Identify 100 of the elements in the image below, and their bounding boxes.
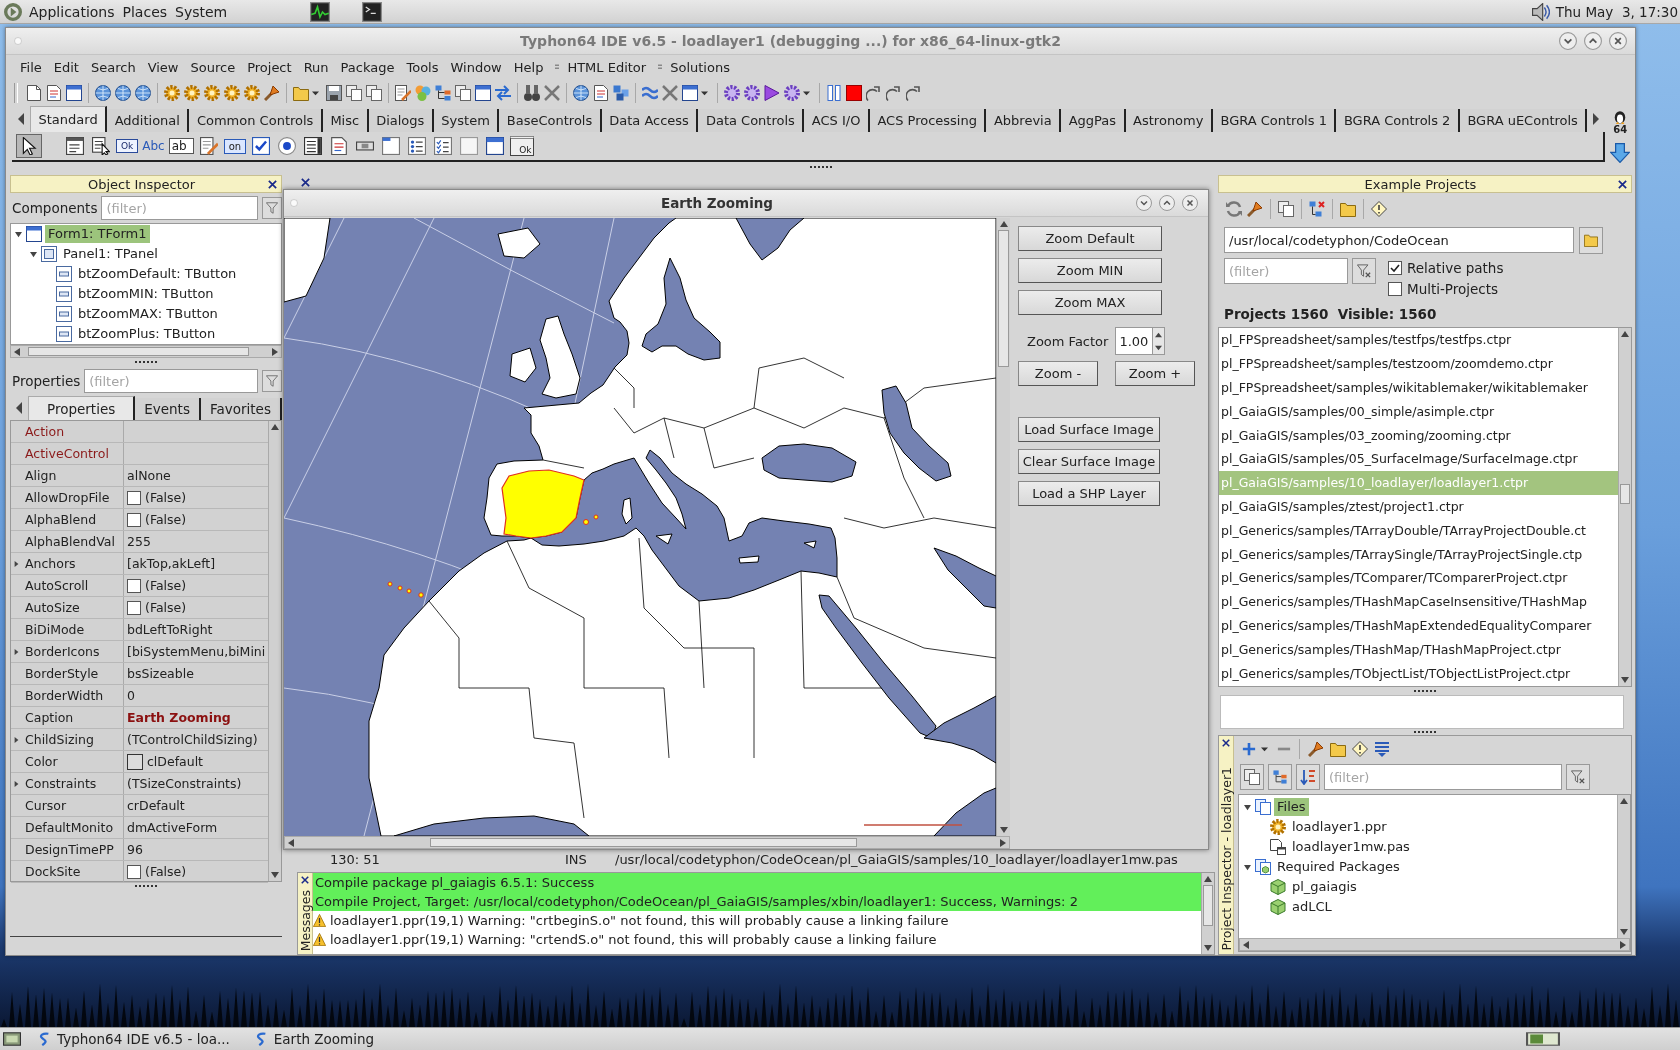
scroll-up-icon[interactable] [1620,797,1628,805]
gear-icon[interactable] [224,84,240,101]
expander-icon[interactable] [15,230,22,238]
window-icon[interactable] [66,84,82,101]
scrollbar-thumb[interactable] [1203,885,1213,927]
diamond-icon[interactable] [1352,741,1368,757]
task-button[interactable]: Typhon64 IDE v6.5 - loa... [29,1028,238,1050]
property-value[interactable]: clDefault [147,754,204,769]
cog-icon[interactable] [784,84,800,101]
menu-item[interactable]: Tools [400,59,445,75]
message-text[interactable]: Compile Project, Target: /usr/local/codetyphon/CodeOcean/pl_GaiaGIS/samples/xbin/loadlayer1: Success, Warnings: 2 [313,892,1201,911]
play-icon[interactable] [764,84,780,101]
project-item[interactable]: pl_FPSpreadsheet/samples/testfps/testfps.ctpr [1219,328,1618,352]
layer-button[interactable]: Load a SHP Layer [1018,481,1160,506]
close-icon[interactable] [301,876,309,884]
cog-icon[interactable] [744,84,760,101]
expand-arrow-icon[interactable] [14,648,19,655]
project-item[interactable]: pl_GaiaGIS/samples/03_zooming/zooming.ctpr [1219,423,1618,447]
zoom-button[interactable]: Zoom MAX [1018,290,1162,315]
menu-item[interactable]: Package [334,59,401,75]
property-value[interactable]: 96 [127,842,143,857]
property-name[interactable]: Color [25,754,58,769]
property-value[interactable]: 0 [127,688,135,703]
tool-button[interactable] [1296,764,1320,790]
property-name[interactable]: ActiveControl [25,446,109,461]
expander-icon[interactable] [30,250,37,258]
horizontal-scrollbar[interactable] [10,345,282,358]
project-item[interactable]: pl_GaiaGIS/samples/ztest/project1.ctpr [1219,494,1618,519]
cross-icon[interactable] [544,84,560,101]
filter-button[interactable] [262,197,282,219]
filter-field[interactable]: (filter) [84,369,258,393]
palette-tab[interactable]: Abbrevia [986,109,1062,132]
gear-icon[interactable] [244,84,260,101]
arrow-down-icon[interactable] [1155,344,1163,351]
minimize-icon[interactable] [1559,32,1577,50]
scroll-right-icon[interactable] [271,347,279,356]
scroll-left-icon[interactable] [17,113,25,125]
task-button[interactable]: Earth Zooming [245,1028,383,1050]
vertical-scrollbar[interactable] [1617,795,1630,938]
component-tool[interactable] [90,134,112,158]
property-value[interactable]: (TSizeConstraints) [127,776,242,791]
vertical-scrollbar[interactable] [1201,873,1214,954]
component-tool[interactable] [197,134,220,158]
tool-button[interactable] [1268,764,1292,790]
checkbox[interactable] [127,490,141,505]
brush-icon[interactable] [264,84,280,101]
panel-menu[interactable]: Places [121,3,169,20]
property-name[interactable]: AutoScroll [25,578,89,593]
project-item[interactable]: pl_Generics/samples/THashMapExtendedEqualityComparer [1219,613,1618,638]
pencil-icon[interactable] [395,84,411,101]
palette-tab[interactable]: BGRA Controls 2 [1336,109,1460,132]
copy-icon[interactable] [346,84,362,101]
checkbox[interactable] [1388,260,1402,275]
gear-icon[interactable] [164,84,180,101]
gear-icon[interactable] [204,84,220,101]
property-name[interactable]: AllowDropFile [25,490,110,505]
checkbox[interactable] [127,864,141,879]
scrollbar-thumb[interactable] [27,347,250,356]
palette-tab[interactable]: AggPas [1061,109,1126,132]
scroll-left-icon[interactable] [15,402,23,414]
inspector-tab[interactable]: Properties [28,396,136,420]
scroll-down-icon[interactable] [1204,944,1212,952]
menu-item[interactable]: Window [444,59,508,75]
scroll-left-icon[interactable] [287,838,295,847]
property-name[interactable]: AlphaBlendVal [25,534,115,549]
copy-icon[interactable] [366,84,382,101]
checkbox[interactable] [127,512,141,527]
property-name[interactable]: DesignTimePP [25,842,114,857]
filter-button[interactable] [262,370,282,392]
message-text[interactable]: loadlayer1.ppr(19,1) Warning: "crtendS.o" not found, this will probably cause a linking failure [328,930,939,949]
component-tool[interactable] [250,134,273,158]
message-text[interactable]: loadlayer1.ppr(19,1) Warning: "crtbeginS.o" not found, this will probably cause a linking failure [328,911,951,930]
property-value[interactable]: (False) [145,864,187,879]
menu-item[interactable]: HTML Editor [561,59,653,75]
inspector-tab[interactable]: Favorites [200,398,282,420]
speaker-icon[interactable] [1531,2,1550,21]
maximize-icon[interactable] [1584,32,1602,50]
brush-icon[interactable] [1308,741,1324,757]
caret-icon[interactable] [803,89,810,96]
scroll-down-icon[interactable] [1620,928,1628,936]
scroll-up-icon[interactable] [1621,330,1629,338]
down-arrow-icon[interactable] [1610,143,1631,163]
tree-item[interactable]: loadlayer1mw.pas [1289,838,1413,856]
window-icon[interactable] [682,84,698,101]
desktop-icon[interactable] [3,1030,21,1048]
tree-item[interactable]: Panel1: TPanel [60,245,161,263]
close-icon[interactable] [1609,32,1627,50]
stop-icon[interactable] [846,84,862,101]
palette-tab[interactable]: Data Access [601,109,699,132]
property-name[interactable]: AlphaBlend [25,512,97,527]
property-name[interactable]: Constraints [25,776,97,791]
project-item[interactable]: pl_Generics/samples/THashMap/THashMapProject.ctpr [1219,637,1618,662]
tree-item[interactable]: Files [1274,798,1309,816]
page-lines-icon[interactable] [593,84,609,101]
zoom-button[interactable]: Zoom MIN [1018,258,1162,283]
tree-item[interactable]: btZoomMAX: TButton [75,305,221,323]
filter-field[interactable]: (filter) [101,196,258,220]
palette-tab[interactable]: System [433,109,500,132]
scroll-down-icon[interactable] [271,871,279,879]
diamond-icon[interactable] [1371,201,1387,217]
